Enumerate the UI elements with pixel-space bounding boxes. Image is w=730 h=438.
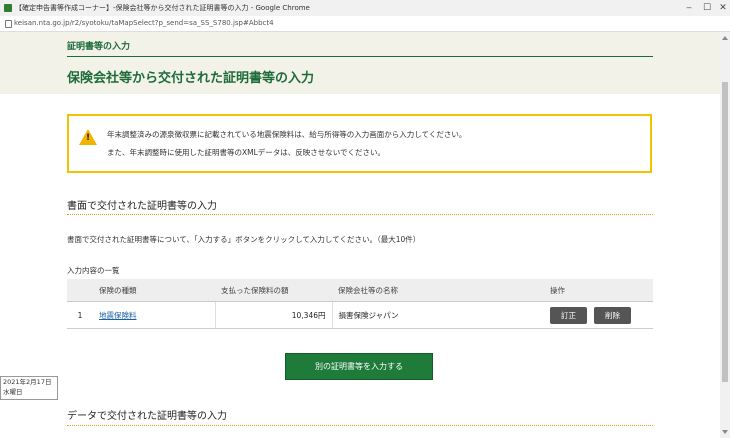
column-header-company: 保険会社等の名称	[332, 279, 544, 302]
section-divider	[67, 214, 653, 215]
column-header-kind: 保険の種類	[93, 279, 215, 302]
premium-amount: 10,346円	[215, 301, 333, 329]
notice-box: ! 年末調整済みの源泉徴収票に記載されている地震保険料は、給与所得等の入力画面か…	[67, 114, 652, 173]
table-header-row: 保険の種類 支払った保険料の額 保険会社等の名称 操作	[67, 279, 653, 302]
warning-icon: !	[79, 129, 97, 145]
column-header-no	[67, 279, 93, 302]
add-certificate-button[interactable]: 別の証明書等を入力する	[285, 353, 433, 380]
window-titlebar: 【確定申告書等作成コーナー】-保険会社等から交付された証明書等の入力 - Goo…	[0, 0, 730, 16]
address-bar[interactable]: keisan.nta.go.jp/r2/syotoku/taMapSelect?…	[0, 16, 730, 32]
scroll-up-arrow-icon[interactable]	[722, 36, 728, 40]
notice-line-2: また、年末調整時に使用した証明書等のXMLデータは、反映させないでください。	[107, 148, 386, 157]
delete-button[interactable]: 削除	[594, 306, 631, 324]
tooltip-date: 2021年2月17日	[3, 378, 52, 386]
site-favicon-icon	[4, 4, 12, 12]
column-header-amount: 支払った保険料の額	[215, 279, 332, 302]
tooltip-weekday: 水曜日	[3, 388, 23, 396]
vertical-scrollbar[interactable]	[720, 32, 730, 438]
paper-section-description: 書面で交付された証明書等について、「入力する」ボタンをクリックして入力してくださ…	[67, 235, 421, 244]
paper-section-title: 書面で交付された証明書等の入力	[67, 201, 217, 212]
company-name: 損害保険ジャパン	[332, 301, 544, 329]
insurance-kind-link[interactable]: 地震保険料	[99, 311, 137, 320]
url-text[interactable]: keisan.nta.go.jp/r2/syotoku/taMapSelect?…	[14, 16, 274, 31]
certificate-table: 保険の種類 支払った保険料の額 保険会社等の名称 操作 1 地震保険料 10,3…	[67, 279, 653, 329]
date-tooltip: 2021年2月17日 水曜日	[0, 376, 58, 400]
data-section-title: データで交付された証明書等の入力	[67, 411, 227, 422]
window-title: 【確定申告書等作成コーナー】-保険会社等から交付された証明書等の入力 - Goo…	[15, 4, 310, 12]
row-number: 1	[67, 301, 93, 329]
lock-icon	[5, 20, 12, 28]
page-header: 証明書等の入力 保険会社等から交付された証明書等の入力	[0, 32, 720, 94]
section-divider	[67, 425, 653, 426]
scroll-down-arrow-icon[interactable]	[722, 430, 728, 434]
notice-line-1: 年末調整済みの源泉徴収票に記載されている地震保険料は、給与所得等の入力画面から入…	[107, 130, 467, 139]
scrollbar-thumb[interactable]	[722, 82, 728, 382]
breadcrumb: 証明書等の入力	[67, 42, 131, 52]
column-header-ops: 操作	[544, 279, 653, 302]
close-button[interactable]: ✕	[712, 0, 730, 16]
page-title: 保険会社等から交付された証明書等の入力	[67, 71, 315, 86]
breadcrumb-divider	[67, 56, 653, 57]
edit-button[interactable]: 訂正	[550, 306, 587, 324]
table-row: 1 地震保険料 10,346円 損害保険ジャパン 訂正 削除	[67, 301, 653, 329]
list-caption: 入力内容の一覧	[67, 266, 120, 275]
